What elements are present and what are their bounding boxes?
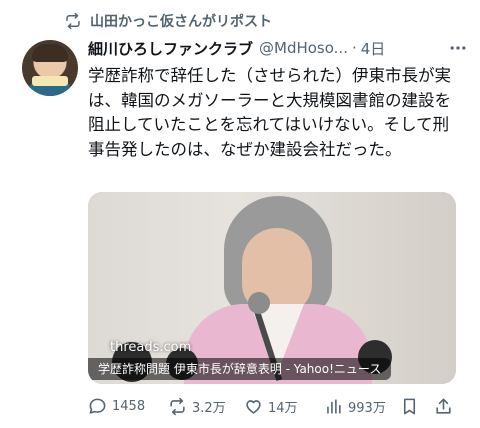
repost-icon [66, 12, 80, 30]
action-bar: 1458 3.2万 14万 993万 [88, 392, 468, 422]
repost-label: 山田かっこ仮さんがリポスト [90, 14, 272, 30]
share-icon [436, 398, 451, 414]
media-card[interactable]: threads.com 学歴詐称問題 伊東市長が辞意表明 - Yahoo!ニュー… [88, 192, 456, 384]
media-watermark: threads.com [110, 340, 192, 355]
avatar-hair [32, 44, 68, 62]
bookmark-button[interactable] [400, 397, 419, 416]
separator-dot: · [351, 39, 357, 57]
avatar-caption-strip [32, 76, 68, 86]
microphone [248, 292, 270, 314]
post-time[interactable]: 4日 [361, 38, 386, 59]
media-caption[interactable]: 学歴詐称問題 伊東市長が辞意表明 - Yahoo!ニュース [88, 358, 392, 380]
repost-icon [170, 397, 185, 416]
view-count: 993万 [348, 401, 386, 416]
tweet-content: 細川ひろしファンクラブ @MdHoso... · 4日 学歴詐称で辞任した（させ… [88, 36, 468, 162]
views-button[interactable]: 993万 [324, 397, 386, 416]
repost-button[interactable]: 3.2万 [168, 397, 226, 416]
repost-indicator[interactable]: 山田かっこ仮さんがリポスト [64, 10, 272, 32]
author-name[interactable]: 細川ひろしファンクラブ [88, 38, 253, 59]
avatar[interactable] [22, 40, 78, 96]
tweet-text: 学歴詐称で辞任した（させられた）伊東市長が実は、韓国のメガソーラーと大規模図書館… [88, 66, 451, 159]
share-button[interactable] [434, 397, 453, 416]
bookmark-icon [403, 398, 416, 415]
repost-count: 3.2万 [192, 401, 226, 416]
like-count: 14万 [268, 401, 298, 416]
reply-count: 1458 [112, 399, 146, 414]
reply-button[interactable]: 1458 [88, 397, 145, 416]
like-button[interactable]: 14万 [244, 397, 298, 416]
tweet-header: 細川ひろしファンクラブ @MdHoso... · 4日 [88, 36, 468, 60]
reply-icon [89, 398, 106, 414]
bar-chart-icon [327, 399, 341, 414]
heart-icon [246, 400, 261, 414]
author-handle[interactable]: @MdHoso... [259, 39, 348, 57]
more-options-icon[interactable] [448, 38, 468, 58]
